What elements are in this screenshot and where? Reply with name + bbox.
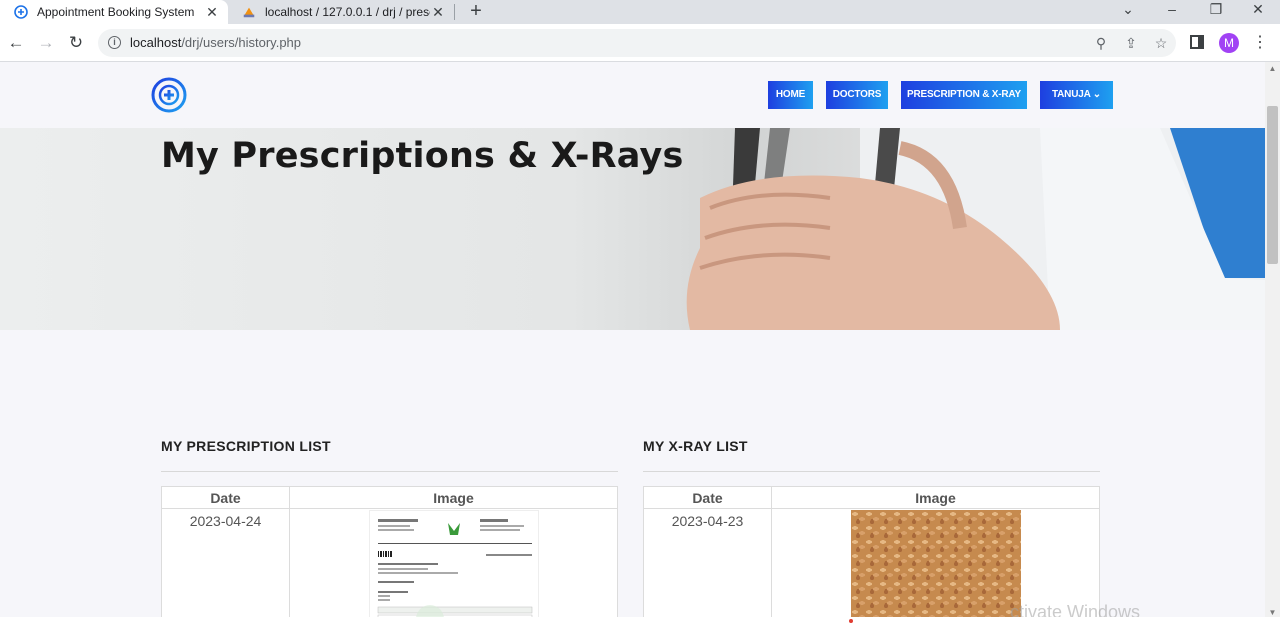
xray-table: Date Image 2023-04-23 <box>643 486 1100 617</box>
table-row: 2023-04-23 <box>643 508 1100 617</box>
column-header-image: Image <box>771 486 1100 509</box>
hero-banner: My Prescriptions & X-Rays <box>0 128 1265 330</box>
prescription-image[interactable] <box>368 510 539 617</box>
new-tab-plus-icon[interactable]: + <box>466 1 486 21</box>
url-path: /drj/users/history.php <box>181 35 302 50</box>
prescription-list-section: MY PRESCRIPTION LIST Date Image 2023-04-… <box>161 438 618 617</box>
reload-icon[interactable]: ↻ <box>66 33 86 53</box>
nav-home[interactable]: HOME <box>768 81 813 109</box>
page-title: My Prescriptions & X-Rays <box>161 136 684 176</box>
scroll-up-arrow-icon[interactable]: ▲ <box>1268 64 1277 73</box>
prescription-list-title: MY PRESCRIPTION LIST <box>161 438 618 472</box>
page-viewport: HOME DOCTORS PRESCRIPTION & X-RAY TANUJA… <box>0 62 1265 617</box>
xray-list-section: MY X-RAY LIST Date Image 2023-04-23 <box>643 438 1100 617</box>
table-header-row: Date Image <box>161 486 618 509</box>
tab-close-icon[interactable]: ✕ <box>430 4 446 20</box>
tab-separator <box>454 4 455 20</box>
minimize-icon[interactable]: – <box>1150 0 1194 24</box>
nav-user-dropdown[interactable]: TANUJA ⌄ <box>1040 81 1113 109</box>
site-header: HOME DOCTORS PRESCRIPTION & X-RAY TANUJA… <box>0 62 1265 128</box>
prescription-date: 2023-04-24 <box>161 508 290 617</box>
forward-arrow-icon[interactable]: → <box>36 33 56 53</box>
profile-avatar[interactable]: M <box>1219 33 1239 53</box>
tab-close-icon[interactable]: ✕ <box>204 4 220 20</box>
browser-tab-inactive[interactable]: localhost / 127.0.0.1 / drj / prescr ✕ <box>232 0 454 24</box>
bookmark-star-icon[interactable]: ☆ <box>1152 34 1170 52</box>
nav-doctors[interactable]: DOCTORS <box>826 81 888 109</box>
table-header-row: Date Image <box>643 486 1100 509</box>
prescription-image-cell <box>289 508 618 617</box>
xray-list-title: MY X-RAY LIST <box>643 438 1100 472</box>
browser-tab-active[interactable]: Appointment Booking System ✕ <box>0 0 228 24</box>
phpmyadmin-favicon-icon <box>242 5 256 19</box>
browser-tab-strip: Appointment Booking System ✕ localhost /… <box>0 0 1280 24</box>
xray-image[interactable] <box>850 510 1021 617</box>
table-row: 2023-04-24 <box>161 508 618 617</box>
bottom-edge <box>0 617 1280 625</box>
zoom-icon[interactable]: ⚲ <box>1092 34 1110 52</box>
xray-date: 2023-04-23 <box>643 508 772 617</box>
prescription-table: Date Image 2023-04-24 <box>161 486 618 617</box>
column-header-image: Image <box>289 486 618 509</box>
nav-prescription-xray[interactable]: PRESCRIPTION & X-RAY <box>901 81 1027 109</box>
page-scrollbar[interactable]: ▲ ▼ <box>1265 62 1280 617</box>
side-panel-icon[interactable] <box>1190 35 1204 49</box>
scrollbar-thumb[interactable] <box>1267 106 1278 264</box>
back-arrow-icon[interactable]: ← <box>6 33 26 53</box>
cursor-dot <box>849 619 853 623</box>
tab-search-chevron-icon[interactable]: ⌄ <box>1106 0 1150 24</box>
url-host: localhost <box>130 35 182 50</box>
column-header-date: Date <box>643 486 772 509</box>
xray-image-cell <box>771 508 1100 617</box>
column-header-date: Date <box>161 486 290 509</box>
tab-title: localhost / 127.0.0.1 / drj / prescr <box>265 5 430 19</box>
window-close-icon[interactable]: ✕ <box>1236 0 1280 24</box>
windows-activation-watermark: ctivate Windows <box>1010 602 1141 617</box>
browser-menu-icon[interactable]: ⋮ <box>1252 33 1268 53</box>
address-bar[interactable]: i localhost/drj/users/history.php ⚲ ⇪ ☆ <box>98 29 1176 57</box>
share-icon[interactable]: ⇪ <box>1122 34 1140 52</box>
site-favicon-icon <box>14 5 28 19</box>
restore-icon[interactable]: ❐ <box>1194 0 1238 24</box>
url-text: localhost/drj/users/history.php <box>130 35 301 50</box>
site-info-icon[interactable]: i <box>108 36 121 49</box>
tab-title: Appointment Booking System <box>37 5 195 19</box>
site-logo-icon[interactable] <box>150 76 188 114</box>
browser-toolbar: ← → ↻ i localhost/drj/users/history.php … <box>0 24 1280 62</box>
scroll-down-arrow-icon[interactable]: ▼ <box>1268 608 1277 617</box>
